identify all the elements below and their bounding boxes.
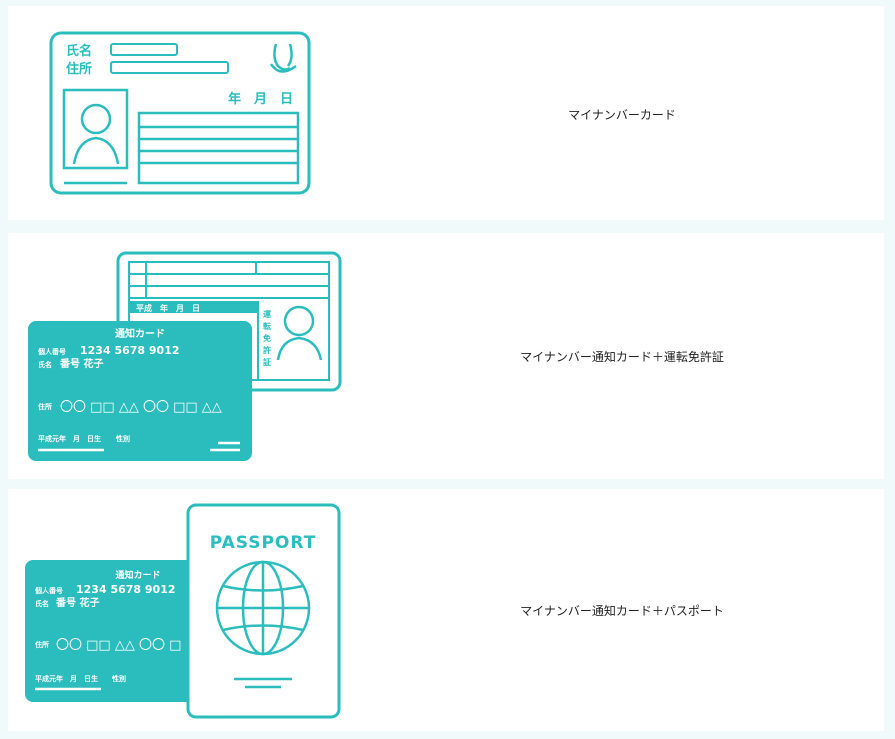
notice-card-title: 通知カード	[115, 327, 165, 340]
notice-card-illustration: 通知カード 個人番号 1234 5678 9012 氏名 番号 花子 住所 〇〇…	[28, 321, 252, 461]
license-vertical-char: 証	[263, 357, 271, 367]
gender-label: 性別	[112, 674, 126, 683]
address-label: 住所	[35, 640, 49, 649]
gender-label: 性別	[116, 434, 130, 443]
passport-illustration: PASSPORT	[186, 503, 341, 719]
birth-label: 平成元年 月 日生	[38, 434, 101, 443]
option-notice-card-drivers-license[interactable]: 平成 年 月 日 運 転 免 許 証 通知カード 個人番号 1234 5678 …	[8, 233, 884, 479]
license-era-date: 平成 年 月 日	[136, 303, 200, 313]
license-vertical-char: 許	[263, 345, 271, 355]
card-name-label: 氏名	[66, 43, 92, 59]
my-number-card-illustration: 氏名 住所 年 月 日	[49, 31, 311, 195]
option-label: マイナンバーカード	[568, 108, 676, 122]
card-address-label: 住所	[66, 61, 92, 77]
address-symbols: 〇〇 □□ △△ 〇〇 □□ △△	[60, 400, 222, 415]
notice-card-license-illustration: 平成 年 月 日 運 転 免 許 証 通知カード 個人番号 1234 5678 …	[28, 251, 342, 461]
option-my-number-card[interactable]: 氏名 住所 年 月 日 マイナンバーカード	[8, 6, 884, 220]
name-label: 氏名	[38, 360, 52, 369]
name-value: 番号 花子	[59, 357, 103, 370]
license-vertical-char: 運	[263, 309, 271, 319]
card-date-label: 年 月 日	[228, 91, 293, 107]
globe-icon	[215, 560, 311, 656]
option-label: マイナンバー通知カード＋運転免許証	[520, 350, 724, 364]
passport-title: PASSPORT	[210, 533, 317, 553]
option-notice-card-passport[interactable]: 通知カード 個人番号 1234 5678 9012 氏名 番号 花子 住所 〇〇…	[8, 489, 884, 731]
address-symbols: 〇〇 □□ △△ 〇〇 □	[56, 638, 181, 653]
my-number-value: 1234 5678 9012	[76, 583, 176, 596]
name-label: 氏名	[35, 599, 49, 608]
license-vertical-char: 転	[263, 321, 271, 331]
notice-card-passport-illustration: 通知カード 個人番号 1234 5678 9012 氏名 番号 花子 住所 〇〇…	[25, 503, 341, 719]
option-label: マイナンバー通知カード＋パスポート	[520, 604, 724, 618]
name-value: 番号 花子	[55, 596, 99, 609]
number-label: 個人番号	[34, 586, 63, 595]
license-vertical-char: 免	[263, 333, 271, 343]
notice-card-title: 通知カード	[115, 569, 160, 581]
my-number-value: 1234 5678 9012	[80, 344, 180, 357]
notice-card-illustration: 通知カード 個人番号 1234 5678 9012 氏名 番号 花子 住所 〇〇…	[25, 560, 199, 702]
birth-label: 平成元年 月 日生	[35, 674, 98, 683]
number-label: 個人番号	[37, 347, 66, 356]
address-label: 住所	[38, 402, 52, 411]
